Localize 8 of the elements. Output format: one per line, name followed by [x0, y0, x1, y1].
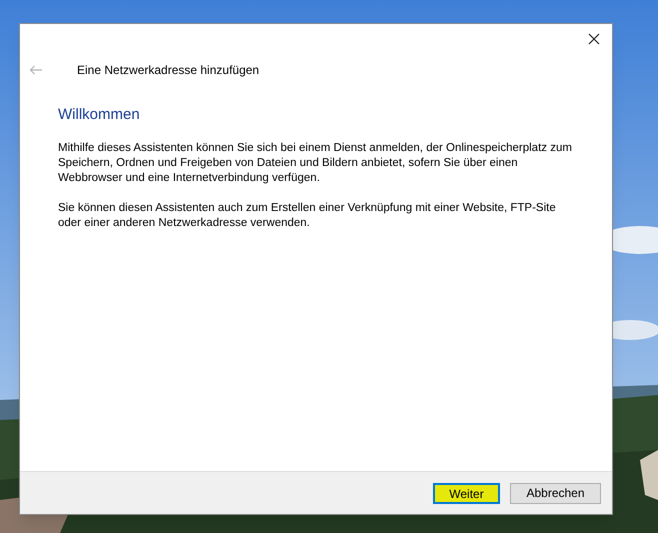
dialog-button[interactable]: Weiter	[433, 482, 500, 504]
page-heading: Willkommen	[58, 105, 141, 125]
dialog-button[interactable]: Abbrechen	[510, 482, 601, 504]
close-icon	[588, 33, 600, 45]
description-text: Mithilfe dieses Assistenten können Sie sich bei einem Dienst anmelden, der Onlinespeicherplatz zum Speichern, Ordnen und Freigeben von Dateien und Bildern anbietet, sofern Sie über einen Webbrowser und eine Internetverbindung verfügen.	[58, 141, 573, 186]
back-arrow-icon	[29, 65, 43, 75]
description-text: Sie können diesen Assistenten auch zum Erstellen einer Verknüpfung mit einer Website, FTP-Site oder einer anderen Netzwerkadresse verwenden.	[58, 201, 557, 231]
dialog-title: Eine Netzwerkadresse hinzufügen	[77, 62, 260, 79]
